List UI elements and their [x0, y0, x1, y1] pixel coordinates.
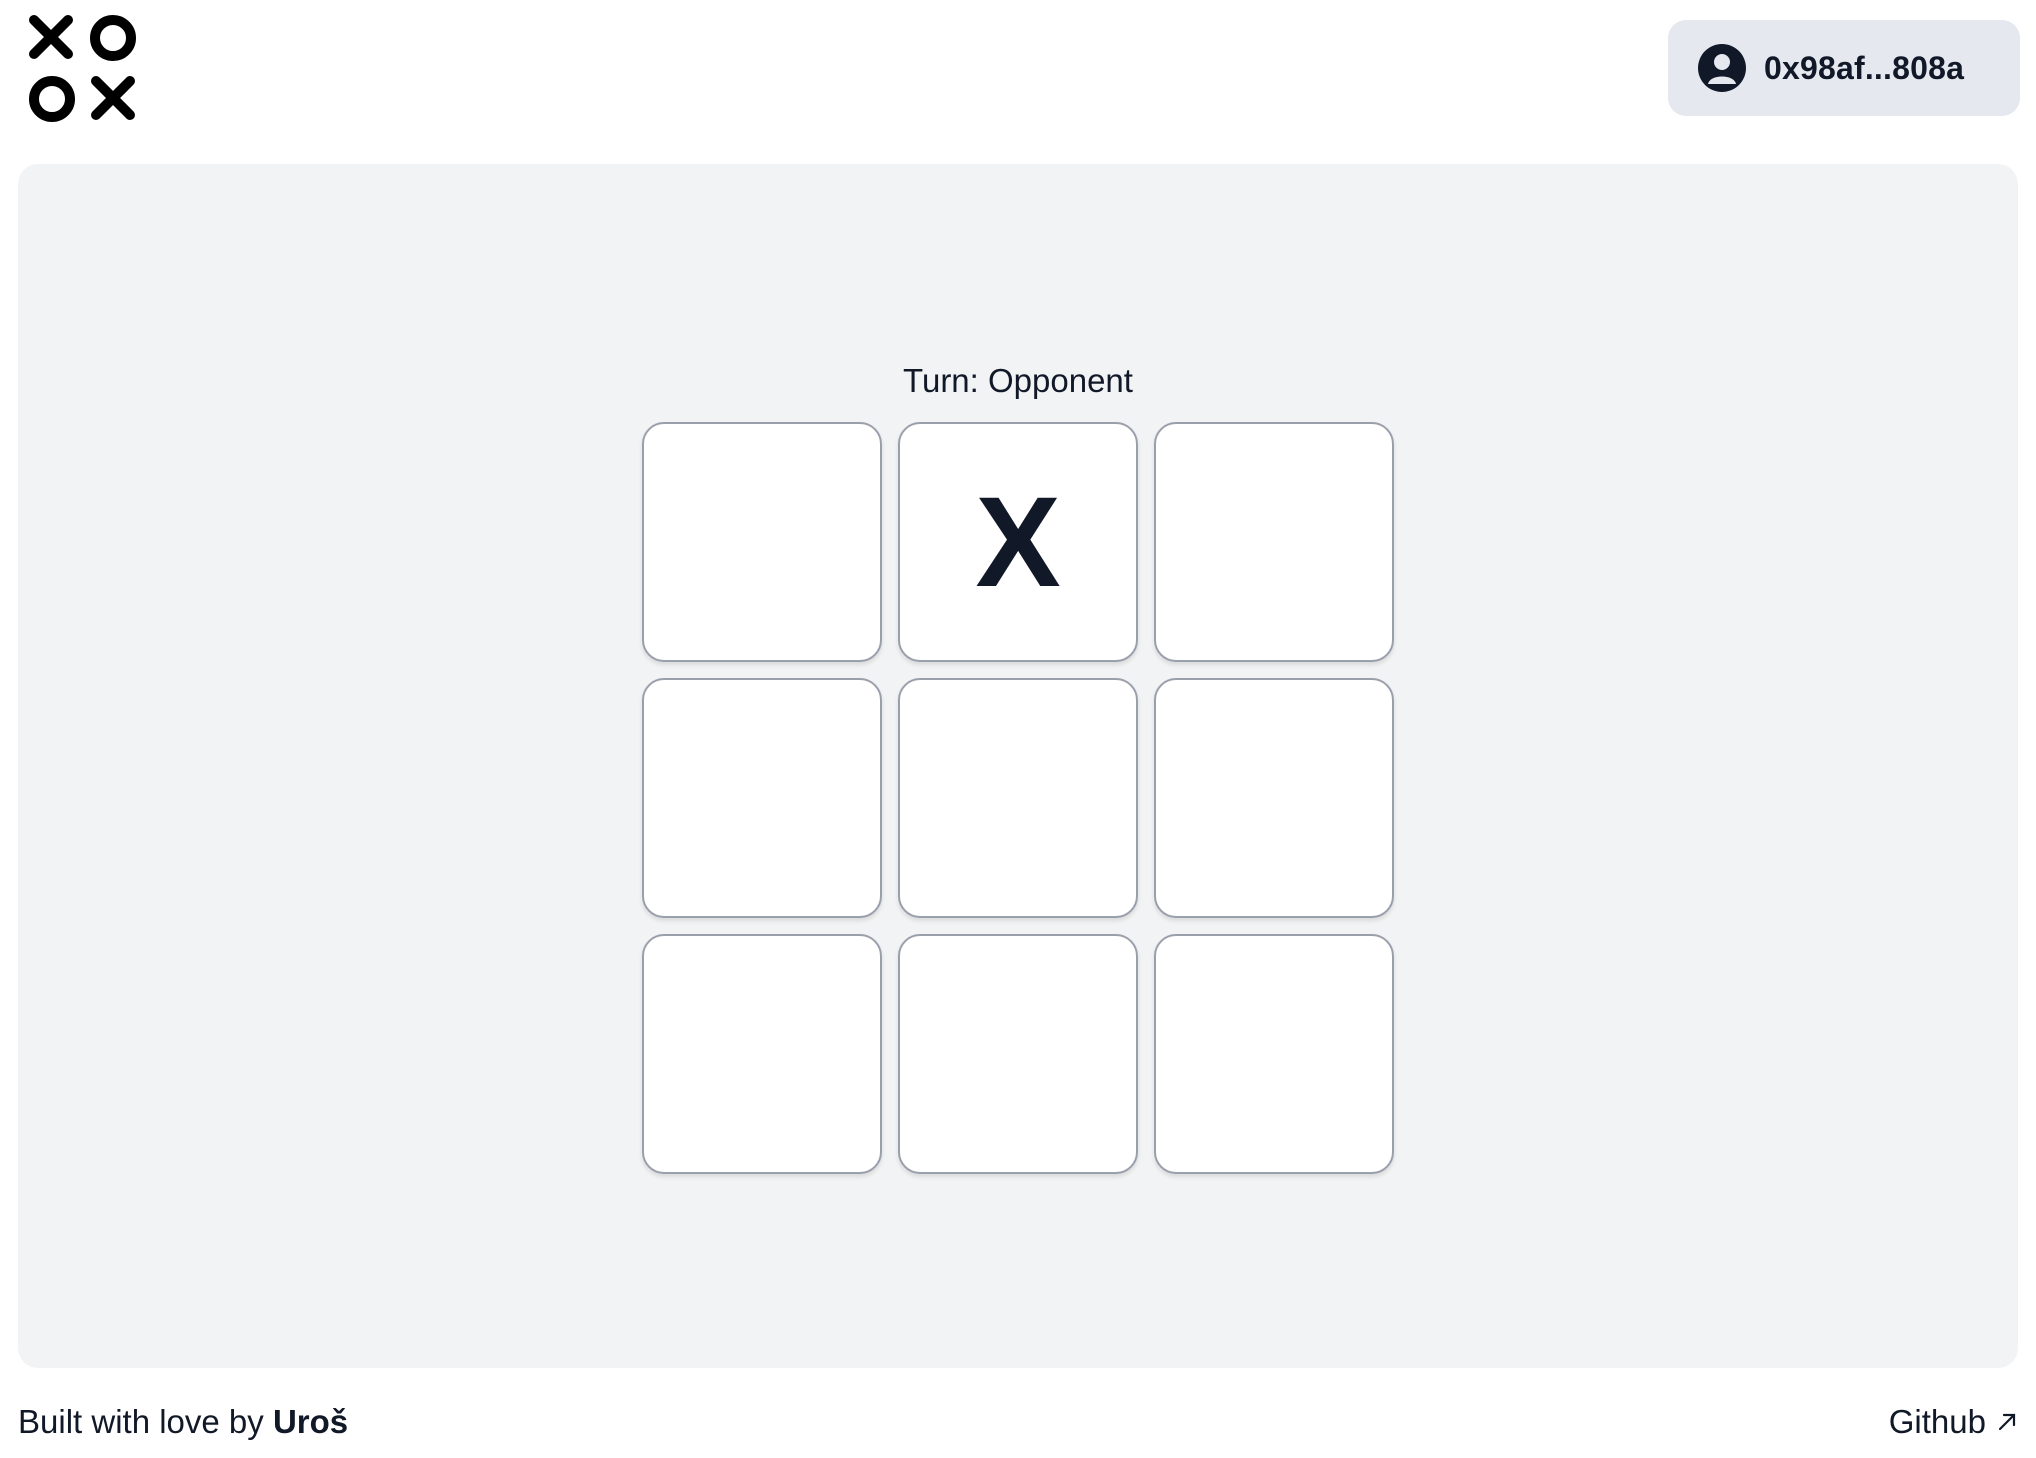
wallet-account-button[interactable]: 0x98af...808a — [1668, 20, 2020, 116]
credit-prefix: Built with love by — [18, 1403, 273, 1440]
board-cell-7[interactable] — [642, 934, 882, 1174]
board-cell-1[interactable] — [642, 422, 882, 662]
board-cell-9[interactable] — [1154, 934, 1394, 1174]
wallet-address: 0x98af...808a — [1764, 49, 1965, 86]
game-board: X — [642, 422, 1394, 1174]
user-avatar-icon — [1698, 44, 1746, 92]
board-cell-3[interactable] — [1154, 422, 1394, 662]
footer-credit: Built with love by Uroš — [18, 1403, 348, 1441]
board-cell-5[interactable] — [898, 678, 1138, 918]
turn-status: Turn: Opponent — [903, 362, 1133, 399]
xoox-logo-icon — [29, 15, 136, 122]
logo[interactable] — [28, 14, 138, 124]
board-cell-6[interactable] — [1154, 678, 1394, 918]
board-cell-4[interactable] — [642, 678, 882, 918]
github-link[interactable]: Github — [1889, 1403, 2018, 1441]
arrow-up-right-icon — [1996, 1403, 2018, 1441]
board-cell-2[interactable]: X — [898, 422, 1138, 662]
github-label: Github — [1888, 1403, 1986, 1440]
author-link[interactable]: Uroš — [273, 1403, 348, 1440]
board-cell-8[interactable] — [898, 934, 1138, 1174]
game-panel: Turn: Opponent X — [18, 164, 2018, 1368]
